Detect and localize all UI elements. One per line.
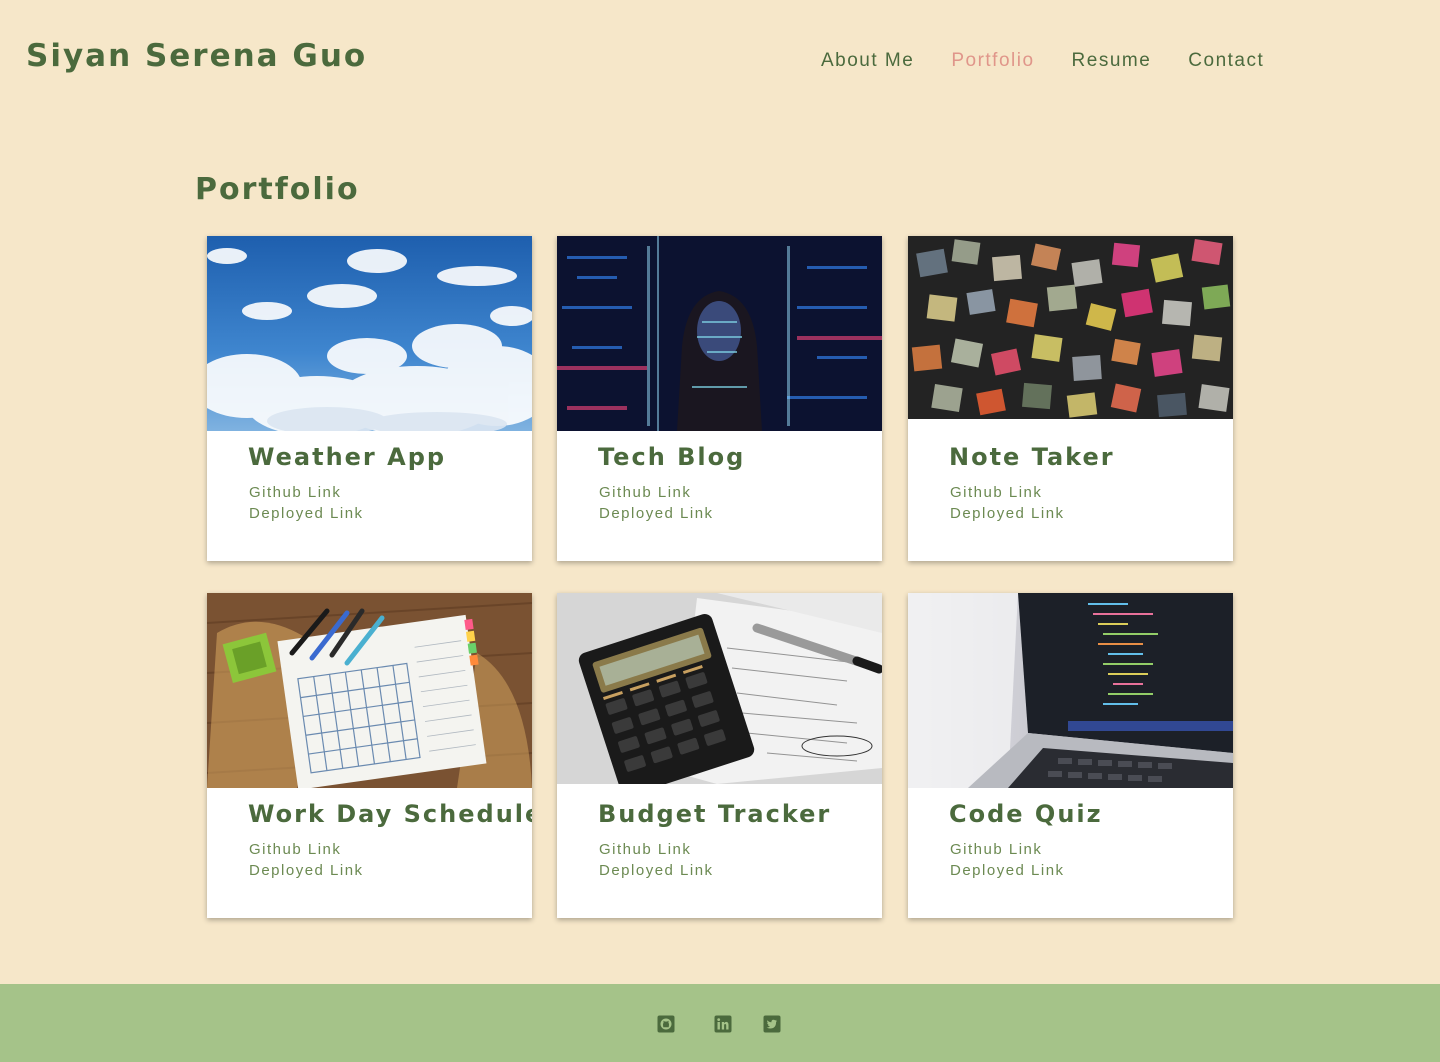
deployed-link[interactable]: Deployed Link xyxy=(950,503,1065,524)
deployed-link[interactable]: Deployed Link xyxy=(950,860,1065,881)
nav-resume[interactable]: Resume xyxy=(1072,50,1152,72)
linkedin-icon[interactable] xyxy=(714,1015,732,1033)
project-title: Tech Blog xyxy=(598,443,746,471)
deployed-link[interactable]: Deployed Link xyxy=(249,860,364,881)
project-title: Weather App xyxy=(248,443,447,471)
project-title: Note Taker xyxy=(949,443,1115,471)
github-icon[interactable] xyxy=(657,1015,675,1033)
deployed-link[interactable]: Deployed Link xyxy=(599,503,714,524)
project-card-tech-blog: Tech Blog Github Link Deployed Link xyxy=(557,236,882,561)
twitter-icon[interactable] xyxy=(763,1015,781,1033)
calculator-photo[interactable] xyxy=(557,593,882,784)
project-links: Github Link Deployed Link xyxy=(599,839,714,881)
project-title: Budget Tracker xyxy=(598,800,832,828)
project-card-note-taker: Note Taker Github Link Deployed Link xyxy=(908,236,1233,561)
page: Siyan Serena Guo About Me Portfolio Resu… xyxy=(0,0,1440,1062)
code-projection-photo[interactable] xyxy=(557,236,882,431)
laptop-code-photo[interactable] xyxy=(908,593,1233,788)
github-link[interactable]: Github Link xyxy=(599,482,714,503)
project-links: Github Link Deployed Link xyxy=(249,482,364,524)
github-link[interactable]: Github Link xyxy=(249,839,364,860)
sticky-notes-photo[interactable] xyxy=(908,236,1233,419)
deployed-link[interactable]: Deployed Link xyxy=(249,503,364,524)
nav-portfolio[interactable]: Portfolio xyxy=(951,50,1034,72)
main-nav: About Me Portfolio Resume Contact xyxy=(821,50,1301,72)
section-title: Portfolio xyxy=(195,172,360,207)
project-title: Code Quiz xyxy=(949,800,1103,828)
github-link[interactable]: Github Link xyxy=(599,839,714,860)
project-links: Github Link Deployed Link xyxy=(599,482,714,524)
project-links: Github Link Deployed Link xyxy=(950,839,1065,881)
deployed-link[interactable]: Deployed Link xyxy=(599,860,714,881)
project-card-code-quiz: Code Quiz Github Link Deployed Link xyxy=(908,593,1233,918)
github-link[interactable]: Github Link xyxy=(950,482,1065,503)
github-link[interactable]: Github Link xyxy=(249,482,364,503)
nav-about-me[interactable]: About Me xyxy=(821,50,914,72)
site-name[interactable]: Siyan Serena Guo xyxy=(26,38,367,74)
planner-calendar-photo[interactable] xyxy=(207,593,532,788)
footer xyxy=(0,984,1440,1062)
project-card-budget-tracker: Budget Tracker Github Link Deployed Link xyxy=(557,593,882,918)
project-card-weather-app: Weather App Github Link Deployed Link xyxy=(207,236,532,561)
project-card-work-day-schedule: Work Day Schedule Github Link Deployed L… xyxy=(207,593,532,918)
github-link[interactable]: Github Link xyxy=(950,839,1065,860)
project-links: Github Link Deployed Link xyxy=(249,839,364,881)
project-links: Github Link Deployed Link xyxy=(950,482,1065,524)
project-title: Work Day Schedule xyxy=(248,800,532,828)
nav-contact[interactable]: Contact xyxy=(1188,50,1264,72)
sky-clouds-photo[interactable] xyxy=(207,236,532,431)
